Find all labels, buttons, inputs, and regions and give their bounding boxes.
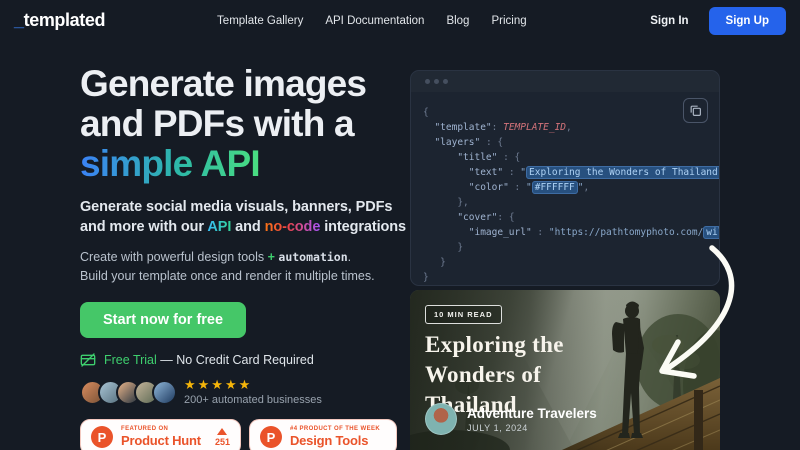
upvote-count: 251 [209, 428, 230, 447]
badge-kicker: #4 PRODUCT OF THE WEEK [290, 426, 380, 432]
product-hunt-icon: P [260, 426, 282, 448]
automation-word: automation [278, 250, 347, 264]
headline-gradient: simple API [80, 143, 260, 184]
code-line: } [423, 240, 719, 255]
free-trial-text: Free Trial — No Credit Card Required [104, 353, 314, 367]
window-dot [434, 79, 439, 84]
sign-in-link[interactable]: Sign In [650, 15, 688, 27]
read-time-badge: 10 MIN READ [425, 305, 502, 324]
code-line: "color" : "#FFFFFF", [423, 180, 719, 195]
window-controls [411, 71, 719, 92]
nav-links: Template Gallery API Documentation Blog … [217, 15, 527, 27]
sign-up-button[interactable]: Sign Up [709, 7, 786, 35]
nav-link-pricing[interactable]: Pricing [491, 15, 526, 27]
rendered-template-card: 10 MIN READ Exploring theWonders ofThail… [410, 290, 720, 450]
free-trial-row: Free Trial — No Credit Card Required [80, 352, 414, 368]
star-rating: ★★★★★ [184, 378, 322, 392]
code-line: { [423, 105, 719, 120]
logo-text: templated [24, 10, 105, 30]
code-line: }, [423, 195, 719, 210]
social-proof-row: ★★★★★ 200+ automated businesses [80, 378, 414, 406]
nav-link-api-documentation[interactable]: API Documentation [325, 15, 424, 27]
product-hunt-icon: P [91, 426, 113, 448]
avatar-group [80, 380, 170, 405]
badges-row: P FEATURED ON Product Hunt 251 P #4 PROD… [80, 419, 414, 450]
product-hunt-week-badge[interactable]: P #4 PRODUCT OF THE WEEK Design Tools [249, 419, 397, 450]
nav-link-template-gallery[interactable]: Template Gallery [217, 15, 303, 27]
code-snippet: { "template": TEMPLATE_ID, "layers" : { … [423, 105, 719, 285]
social-proof-label: 200+ automated businesses [184, 394, 322, 406]
subhead-nocode-word: no-code [265, 219, 321, 235]
nav-link-blog[interactable]: Blog [446, 15, 469, 27]
start-free-button[interactable]: Start now for free [80, 302, 246, 338]
logo-underscore: _ [14, 10, 24, 30]
hero-section: Generate images and PDFs with a simple A… [80, 64, 414, 450]
no-credit-card-icon [80, 352, 96, 368]
plus-sign: + [268, 250, 275, 264]
window-dot [425, 79, 430, 84]
code-line: } [423, 255, 719, 270]
code-line: "cover": { [423, 210, 719, 225]
code-line: "text" : "Exploring the Wonders of Thail… [423, 165, 719, 180]
author-name: Adventure Travelers [467, 406, 597, 421]
code-line: "template": TEMPLATE_ID, [423, 120, 719, 135]
copy-code-button[interactable] [683, 98, 708, 123]
window-dot [443, 79, 448, 84]
code-editor-panel: { "template": TEMPLATE_ID, "layers" : { … [410, 70, 720, 286]
headline: Generate images and PDFs with a simple A… [80, 64, 414, 184]
subheadline: Generate social media visuals, banners, … [80, 197, 414, 237]
badge-kicker: FEATURED ON [121, 426, 201, 432]
code-line: "layers" : { [423, 135, 719, 150]
code-line: } [423, 270, 719, 285]
logo[interactable]: _templated [14, 10, 105, 31]
badge-title: Product Hunt [121, 433, 201, 448]
code-line: "image_url" : "https://pathtomyphoto.com… [423, 225, 719, 240]
headline-line2: and PDFs with a [80, 103, 354, 144]
headline-line1: Generate images [80, 63, 366, 104]
copy-icon [689, 104, 702, 117]
author-avatar [425, 403, 457, 435]
top-nav: _templated Template Gallery API Document… [0, 0, 800, 41]
subhead-api-word: API [207, 219, 231, 235]
upvote-triangle-icon [217, 428, 227, 435]
description: Create with powerful design tools + auto… [80, 248, 414, 286]
card-author-row: Adventure Travelers JULY 1, 2024 [425, 403, 597, 435]
customer-avatar [152, 380, 177, 405]
product-hunt-featured-badge[interactable]: P FEATURED ON Product Hunt 251 [80, 419, 241, 450]
code-line: "title" : { [423, 150, 719, 165]
nav-auth: Sign In Sign Up [650, 7, 786, 35]
badge-title: Design Tools [290, 433, 380, 448]
publish-date: JULY 1, 2024 [467, 423, 597, 433]
